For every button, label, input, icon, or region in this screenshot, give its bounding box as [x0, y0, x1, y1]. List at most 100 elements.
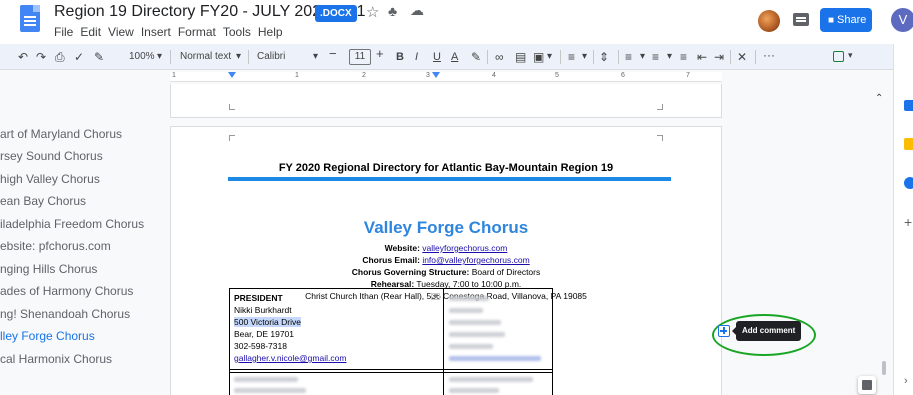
email-label: Chorus Email: — [362, 255, 420, 265]
redacted-text — [449, 296, 489, 301]
ruler-tick: 3 — [426, 72, 430, 79]
ruler-tick: 6 — [621, 72, 625, 79]
table-divider — [230, 369, 552, 370]
outline-item[interactable]: ean Bay Chorus — [0, 194, 86, 208]
outline-item[interactable]: high Valley Chorus — [0, 172, 100, 186]
share-button[interactable]: ■ Share — [820, 8, 872, 32]
align-icon[interactable]: ≡ — [568, 50, 575, 64]
collapse-menus-icon[interactable]: ⌃ — [875, 93, 883, 104]
email-link[interactable]: info@valleyforgechorus.com — [422, 255, 529, 265]
checklist-icon[interactable]: ≡ — [625, 50, 632, 64]
increase-indent-icon[interactable]: ⇥ — [714, 50, 724, 64]
redacted-text — [449, 320, 501, 325]
outline-item[interactable]: cal Harmonix Chorus — [0, 352, 112, 366]
collaborator-avatar[interactable] — [758, 10, 780, 32]
paint-format-icon[interactable]: ✎ — [94, 50, 104, 64]
decrease-indent-icon[interactable]: ⇤ — [697, 50, 707, 64]
menu-tools[interactable]: Tools — [223, 25, 251, 39]
font-size-input[interactable]: 11 — [349, 49, 371, 65]
cloud-status-icon[interactable]: ☁ — [410, 2, 424, 19]
cell-menu-icon[interactable]: ▾ — [431, 293, 440, 300]
star-icon[interactable]: ☆ — [366, 3, 379, 21]
horizontal-ruler[interactable]: 1 1 2 3 4 5 6 7 — [170, 72, 722, 82]
menu-file[interactable]: File — [54, 25, 73, 39]
keep-icon[interactable] — [904, 138, 913, 150]
numbered-list-icon[interactable]: ≡ — [680, 50, 687, 64]
highlight-icon[interactable]: ✎ — [471, 50, 481, 64]
outline-item[interactable]: ebsite: pfchorus.com — [0, 239, 111, 253]
outline-item[interactable]: iladelphia Freedom Chorus — [0, 217, 144, 231]
calendar-icon[interactable] — [904, 100, 913, 111]
comment-history-icon[interactable] — [793, 13, 809, 26]
chevron-down-icon[interactable]: ▾ — [313, 50, 318, 64]
divider — [487, 50, 488, 64]
outline-item[interactable]: art of Maryland Chorus — [0, 127, 122, 141]
docs-logo-icon[interactable] — [20, 5, 40, 32]
chevron-down-icon[interactable]: ▾ — [667, 50, 672, 64]
chevron-down-icon[interactable]: ▾ — [547, 50, 552, 64]
text-color-icon[interactable]: A — [451, 50, 458, 64]
image-icon[interactable]: ▣ — [533, 50, 544, 64]
directory-heading: FY 2020 Regional Directory for Atlantic … — [278, 162, 614, 174]
menu-edit[interactable]: Edit — [80, 25, 101, 39]
margin-corner — [229, 104, 235, 110]
website-line: Website: valleyforgechorus.com — [171, 243, 721, 253]
add-addon-icon[interactable]: + — [904, 214, 912, 230]
officer-email[interactable]: gallagher.v.nicole@gmail.com — [234, 353, 346, 363]
outline-item-active[interactable]: lley Forge Chorus — [0, 329, 95, 343]
divider — [755, 50, 756, 64]
clear-formatting-icon[interactable]: ✕ — [737, 50, 747, 64]
outline-item[interactable]: ades of Harmony Chorus — [0, 284, 133, 298]
redacted-text — [449, 356, 541, 361]
chevron-right-icon[interactable]: › — [904, 375, 908, 387]
tasks-icon[interactable] — [904, 177, 913, 189]
title-bar: Region 19 Directory FY20 - JULY 2020 rev… — [0, 0, 913, 50]
add-comment-icon[interactable] — [718, 325, 730, 337]
move-icon[interactable]: ♣ — [388, 3, 397, 19]
more-options-icon[interactable]: ··· — [763, 48, 775, 62]
outline-item[interactable]: ng! Shenandoah Chorus — [0, 307, 130, 321]
menu-format[interactable]: Format — [178, 25, 216, 39]
print-icon[interactable]: ⎙ — [55, 50, 65, 64]
officers-table[interactable]: ▾ PRESIDENT Nikki Burkhardt 500 Victoria… — [229, 288, 553, 395]
menu-bar: File Edit View Insert Format Tools Help — [54, 25, 283, 39]
menu-help[interactable]: Help — [258, 25, 283, 39]
menu-view[interactable]: View — [108, 25, 134, 39]
document-page[interactable]: FY 2020 Regional Directory for Atlantic … — [170, 126, 722, 395]
menu-insert[interactable]: Insert — [141, 25, 171, 39]
chevron-down-icon[interactable]: ▾ — [236, 50, 241, 64]
website-link[interactable]: valleyforgechorus.com — [422, 243, 507, 253]
bold-icon[interactable]: B — [396, 50, 404, 64]
font-select[interactable]: Calibri — [257, 50, 285, 64]
redacted-text — [449, 332, 505, 337]
insert-comment-icon[interactable]: ▤ — [515, 50, 526, 64]
chevron-down-icon: ▾ — [848, 50, 853, 60]
chevron-down-icon[interactable]: ▾ — [157, 50, 162, 64]
scrollbar-thumb[interactable] — [882, 361, 886, 375]
file-format-badge: .DOCX — [315, 5, 357, 22]
decrease-font-icon[interactable]: − — [329, 47, 337, 61]
outline-item[interactable]: rsey Sound Chorus — [0, 149, 103, 163]
redo-icon[interactable]: ↷ — [36, 50, 46, 64]
spellcheck-icon[interactable]: ✓ — [74, 50, 84, 64]
outline-item[interactable]: nging Hills Chorus — [0, 262, 97, 276]
email-line: Chorus Email: info@valleyforgechorus.com — [171, 255, 721, 265]
suggest-icon — [833, 51, 844, 62]
chevron-down-icon[interactable]: ▾ — [640, 50, 645, 64]
underline-icon[interactable]: U — [433, 50, 441, 64]
zoom-select[interactable]: 100% — [129, 50, 155, 64]
editing-mode-button[interactable]: ▾ — [831, 49, 857, 65]
line-spacing-icon[interactable]: ⇕ — [599, 50, 609, 64]
explore-button[interactable] — [858, 376, 876, 394]
style-select[interactable]: Normal text — [180, 50, 231, 64]
chevron-down-icon[interactable]: ▾ — [582, 50, 587, 64]
link-icon[interactable]: ∞ — [495, 50, 504, 64]
bulleted-list-icon[interactable]: ≡ — [652, 50, 659, 64]
italic-icon[interactable]: I — [415, 50, 418, 64]
left-indent-marker[interactable] — [228, 72, 236, 78]
account-avatar[interactable]: V — [891, 8, 913, 32]
first-line-indent-marker[interactable] — [432, 72, 440, 78]
heading-rule — [228, 177, 671, 181]
undo-icon[interactable]: ↶ — [18, 50, 28, 64]
increase-font-icon[interactable]: + — [376, 47, 384, 61]
